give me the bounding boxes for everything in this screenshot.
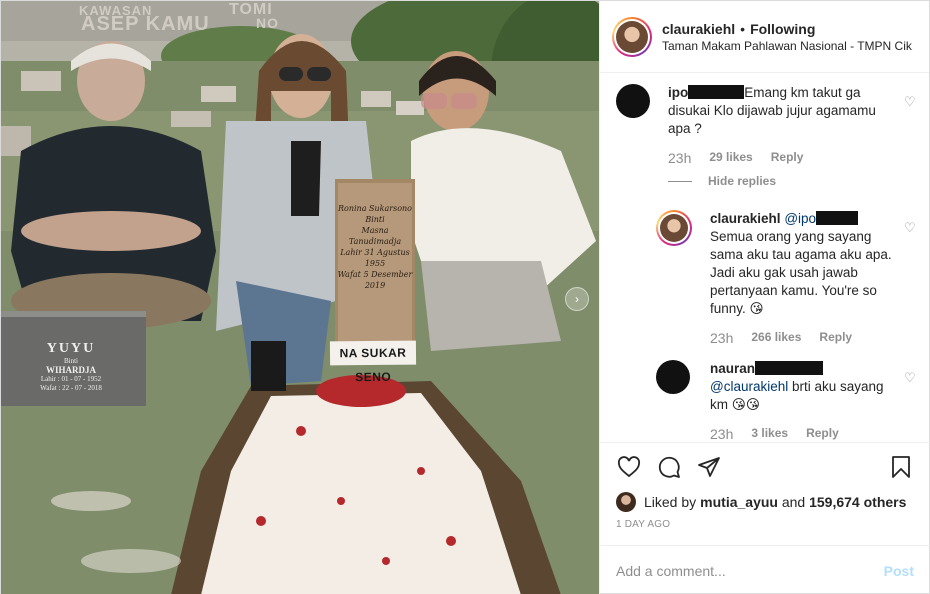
share-paper-plane-icon[interactable] [696, 454, 722, 480]
comments-list[interactable]: ipo Emang km takut ga disukai Klo dijawab… [600, 74, 930, 442]
redaction-bar [816, 211, 859, 225]
redaction-bar [755, 361, 824, 375]
likes-count[interactable]: 159,674 others [809, 494, 906, 510]
comment-username[interactable]: nauran [710, 361, 755, 376]
comment-time[interactable]: 23h [668, 150, 691, 166]
heart-icon[interactable]: ♡ [904, 221, 916, 234]
liked-by-and: and [777, 494, 810, 510]
headstone-died: Wafat : 22 - 07 - 2018 [40, 384, 102, 392]
location-link[interactable]: Taman Makam Pahlawan Nasional - TMPN Cik… [662, 39, 913, 53]
post-comment-button[interactable]: Post [884, 563, 914, 579]
comment-avatar[interactable] [656, 360, 690, 394]
add-comment-bar: Post [600, 545, 930, 594]
comment-reply: nauran @claurakiehl brti aku sayang km 😘… [656, 360, 916, 442]
liked-by-summary[interactable]: Liked by mutia_ayuu and 159,674 others [616, 491, 914, 513]
post-actions: Liked by mutia_ayuu and 159,674 others 1… [600, 442, 930, 530]
headstone-born: Lahir : 01 - 07 - 1952 [40, 375, 102, 383]
reply-button[interactable]: Reply [771, 150, 804, 166]
instagram-post-modal: KAWASAN ASEP KAMU TOMI NO YUYU Binti WIH… [0, 0, 930, 594]
following-button[interactable]: Following [750, 21, 815, 37]
liker-avatar[interactable] [616, 492, 636, 512]
redaction-bar [688, 85, 745, 99]
hide-replies-label: Hide replies [708, 174, 777, 188]
comment-likes[interactable]: 29 likes [709, 150, 752, 166]
avatar[interactable] [612, 16, 652, 57]
photo-illustration [1, 1, 599, 594]
comment-likes[interactable]: 266 likes [751, 330, 801, 346]
grave-marker-line: Ronina Sukarsono [338, 204, 412, 213]
author-username[interactable]: claurakiehl [662, 21, 735, 37]
comment-reply: claurakiehl @ipo Semua orang yang sayang… [656, 210, 916, 346]
grave-marker-line: Masna Tanudimadja [348, 226, 402, 246]
grave-marker-line: Lahir 31 Agustus 1955 [340, 248, 410, 268]
wall-graffiti: ASEP KAMU [81, 13, 210, 35]
comment-item: ipo Emang km takut ga disukai Klo dijawab… [616, 84, 916, 166]
comment-likes[interactable]: 3 likes [751, 426, 788, 442]
liker-username[interactable]: mutia_ayuu [700, 494, 778, 510]
comment-text: Semua orang yang sayang sama aku tau aga… [710, 229, 892, 316]
grave-marker-line: Wafat 5 Desember 2019 [337, 270, 413, 290]
post-photo[interactable]: KAWASAN ASEP KAMU TOMI NO YUYU Binti WIH… [1, 1, 599, 594]
comment-bubble-icon[interactable] [656, 454, 682, 480]
headstone-father: WIHARDJA [45, 365, 96, 375]
grave-marker-inscription: Ronina Sukarsono Binti Masna Tanudimadja… [335, 179, 415, 347]
bookmark-icon[interactable] [888, 454, 914, 480]
comment-mention[interactable]: @ipo [784, 211, 816, 226]
headstone-binti: Binti [63, 357, 78, 365]
wall-graffiti: NO [256, 15, 279, 31]
comment-mention[interactable]: @claurakiehl [710, 379, 788, 394]
like-heart-icon[interactable] [616, 454, 642, 480]
comment-avatar[interactable] [656, 210, 692, 246]
comment-time[interactable]: 23h [710, 426, 733, 442]
heart-icon[interactable]: ♡ [904, 371, 916, 384]
separator-dot: • [740, 20, 746, 37]
grave-marker-line: Binti [365, 215, 385, 224]
hide-replies-button[interactable]: Hide replies [668, 174, 776, 188]
liked-by-prefix: Liked by [644, 494, 697, 510]
heart-icon[interactable]: ♡ [904, 95, 916, 108]
comment-time[interactable]: 23h [710, 330, 733, 346]
post-timestamp[interactable]: 1 DAY AGO [616, 519, 914, 530]
reply-button[interactable]: Reply [806, 426, 839, 442]
reply-button[interactable]: Reply [819, 330, 852, 346]
headstone-name: YUYU [46, 341, 96, 356]
chevron-right-icon[interactable]: › [565, 287, 589, 311]
grave-ribbon: NA SUKAR SENO [329, 340, 417, 384]
comment-input[interactable] [616, 562, 884, 579]
post-sidebar: claurakiehl • Following Taman Makam Pahl… [599, 1, 930, 594]
comment-avatar[interactable] [616, 84, 650, 118]
comment-username[interactable]: ipo [668, 85, 688, 100]
comment-username[interactable]: claurakiehl [710, 211, 781, 226]
post-header: claurakiehl • Following Taman Makam Pahl… [600, 1, 929, 73]
headstone-inscription: YUYU Binti WIHARDJA Lahir : 01 - 07 - 19… [21, 341, 121, 393]
